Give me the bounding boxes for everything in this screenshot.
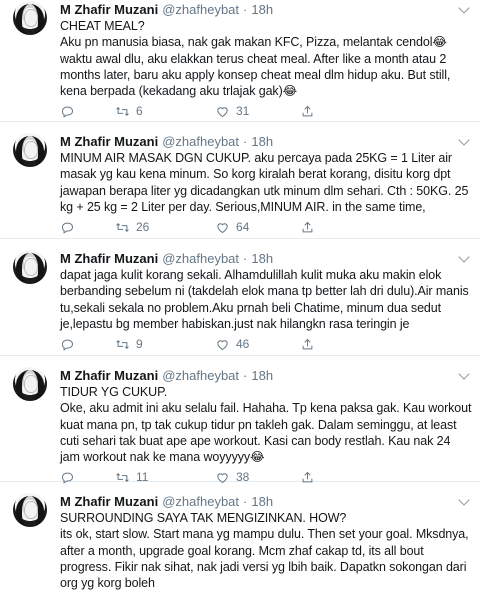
avatar[interactable] [13, 250, 47, 284]
heart-icon [217, 107, 228, 118]
retweet-icon [116, 339, 129, 349]
share-button[interactable] [300, 220, 315, 235]
tweet-header: M Zhafir Muzani @zhafheybat · 18h [60, 132, 472, 150]
like-count: 31 [236, 104, 250, 119]
like-count: 64 [236, 220, 250, 235]
share-icon [302, 221, 313, 233]
user-handle[interactable]: @zhafheybat [162, 251, 239, 266]
display-name[interactable]: M Zhafir Muzani [60, 134, 158, 149]
timestamp[interactable]: 18h [251, 251, 273, 266]
user-handle[interactable]: @zhafheybat [162, 134, 239, 149]
retweet-count: 6 [136, 104, 143, 119]
tweet-actions: 9 46 [60, 334, 472, 354]
share-button[interactable] [300, 104, 315, 119]
tweet[interactable]: M Zhafir Muzani @zhafheybat · 18h TIDUR … [0, 356, 480, 484]
reply-icon [61, 106, 74, 118]
tweet[interactable]: M Zhafir Muzani @zhafheybat · 18h MINUM … [0, 122, 480, 239]
tweet-header: M Zhafir Muzani @zhafheybat · 18h [60, 249, 472, 267]
separator-dot: · [243, 367, 248, 383]
heart-icon [217, 222, 228, 233]
tweet-header: M Zhafir Muzani @zhafheybat · 18h [60, 366, 472, 384]
like-button[interactable]: 31 [215, 104, 300, 119]
tweet-text: SURROUNDING SAYA TAK MENGIZINKAN. HOW? i… [60, 511, 469, 591]
display-name[interactable]: M Zhafir Muzani [60, 251, 158, 266]
display-name[interactable]: M Zhafir Muzani [60, 494, 158, 509]
timestamp[interactable]: 18h [251, 368, 273, 383]
timestamp[interactable]: 18h [251, 2, 273, 17]
share-icon [302, 338, 313, 350]
like-count: 46 [236, 337, 250, 352]
separator-dot: · [243, 250, 248, 266]
tweet-actions: 6 31 [60, 101, 472, 121]
reply-button[interactable] [60, 104, 115, 119]
reply-icon [61, 222, 74, 234]
separator-dot: · [243, 1, 248, 17]
separator-dot: · [243, 133, 248, 149]
timestamp[interactable]: 18h [251, 494, 273, 509]
retweet-button[interactable]: 26 [115, 220, 215, 235]
avatar[interactable] [13, 1, 47, 35]
tweet-header: M Zhafir Muzani @zhafheybat · 18h [60, 0, 472, 18]
share-icon [302, 105, 313, 117]
tweet[interactable]: M Zhafir Muzani @zhafheybat · 18h dapat … [0, 239, 480, 356]
tweet[interactable]: M Zhafir Muzani @zhafheybat · 18h SURROU… [0, 482, 480, 609]
tweet-thread: M Zhafir Muzani @zhafheybat · 18h CHEAT … [0, 0, 480, 609]
avatar[interactable] [13, 493, 47, 527]
retweet-button[interactable]: 6 [115, 104, 215, 119]
tweet[interactable]: M Zhafir Muzani @zhafheybat · 18h CHEAT … [0, 0, 480, 122]
tweet-text: CHEAT MEAL? Aku pn manusia biasa, nak ga… [60, 19, 451, 99]
retweet-icon [116, 107, 129, 116]
user-handle[interactable]: @zhafheybat [162, 2, 239, 17]
display-name[interactable]: M Zhafir Muzani [60, 368, 158, 383]
reply-button[interactable] [60, 220, 115, 235]
user-handle[interactable]: @zhafheybat [162, 494, 239, 509]
tweet-text: TIDUR YG CUKUP. Oke, aku admit ini aku s… [60, 385, 472, 465]
retweet-count: 26 [136, 220, 150, 235]
tweet-text: MINUM AIR MASAK DGN CUKUP. aku percaya p… [60, 151, 469, 214]
tweet-header: M Zhafir Muzani @zhafheybat · 18h [60, 492, 472, 510]
reply-icon [61, 339, 74, 351]
like-button[interactable]: 64 [215, 220, 300, 235]
display-name[interactable]: M Zhafir Muzani [60, 2, 158, 17]
timestamp[interactable]: 18h [251, 134, 273, 149]
avatar[interactable] [13, 367, 47, 401]
retweet-button[interactable]: 9 [115, 337, 215, 352]
tweet-actions: 26 64 [60, 217, 472, 237]
share-button[interactable] [300, 337, 315, 352]
avatar[interactable] [13, 133, 47, 167]
retweet-icon [116, 222, 129, 232]
separator-dot: · [243, 493, 248, 509]
tweet-text: dapat jaga kulit korang sekali. Alhamdul… [60, 268, 469, 331]
retweet-count: 9 [136, 337, 143, 352]
reply-button[interactable] [60, 337, 115, 352]
user-handle[interactable]: @zhafheybat [162, 368, 239, 383]
heart-icon [217, 339, 228, 350]
like-button[interactable]: 46 [215, 337, 300, 352]
